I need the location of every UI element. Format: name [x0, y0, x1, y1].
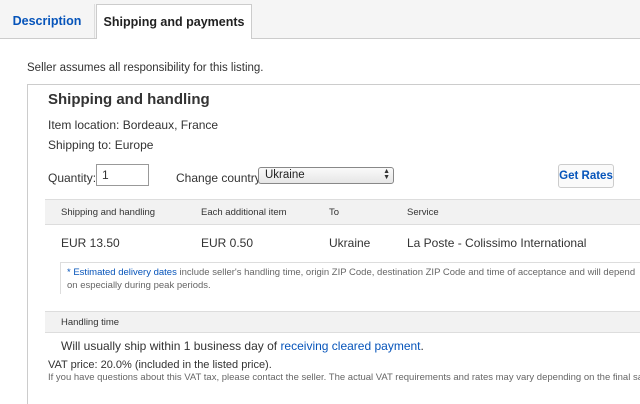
cell-additional-cost: EUR 0.50: [201, 236, 254, 250]
cell-shipping-cost: EUR 13.50: [61, 236, 120, 250]
seller-disclaimer: Seller assumes all responsibility for th…: [27, 62, 264, 74]
shipping-title: Shipping and handling: [48, 91, 210, 108]
tab-shipping-and-payments[interactable]: Shipping and payments: [96, 4, 252, 39]
vat-note: If you have questions about this VAT tax…: [48, 372, 640, 383]
estimated-delivery-link[interactable]: Estimated delivery dates: [73, 267, 177, 278]
country-select-value: Ukraine: [265, 169, 305, 181]
change-country-label: Change country:: [176, 171, 265, 185]
handling-time-header: [45, 311, 640, 333]
item-location: Item location: Bordeaux, France: [48, 118, 219, 132]
handling-text: Will usually ship within 1 business day …: [61, 339, 281, 353]
shipping-to: Shipping to: Europe: [48, 138, 154, 152]
handling-time-label: Handling time: [61, 317, 120, 328]
vat-price: VAT price: 20.0% (included in the listed…: [48, 359, 272, 371]
handling-time-text: Will usually ship within 1 business day …: [61, 339, 424, 353]
get-rates-button[interactable]: Get Rates: [558, 164, 614, 188]
header-service: Service: [407, 207, 439, 218]
header-to: To: [329, 207, 340, 218]
cell-service: La Poste - Colissimo International: [407, 236, 587, 250]
quantity-label: Quantity:: [48, 171, 97, 185]
cell-destination: Ukraine: [329, 236, 371, 250]
up-down-arrows-icon: ▲ ▼: [383, 168, 390, 181]
tab-description[interactable]: Description: [0, 4, 95, 38]
quantity-input[interactable]: [96, 164, 149, 186]
delivery-note: * Estimated delivery dates include selle…: [67, 266, 640, 292]
header-each-additional-item: Each additional item: [201, 207, 287, 218]
handling-suffix: .: [420, 339, 424, 353]
country-select[interactable]: Ukraine ▲ ▼: [258, 167, 394, 184]
receiving-cleared-payment-link[interactable]: receiving cleared payment: [280, 339, 420, 353]
header-shipping-and-handling: Shipping and handling: [61, 207, 156, 218]
